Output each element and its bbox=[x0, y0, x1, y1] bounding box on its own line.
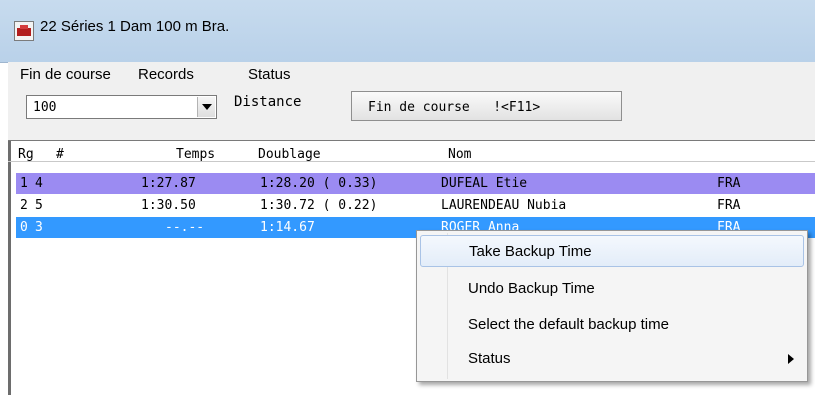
cell-pays: FRA bbox=[717, 176, 741, 191]
cell-doublage: 1:28.20 ( 0.33) bbox=[260, 176, 378, 191]
cell-num: 5 bbox=[35, 198, 43, 213]
header-doublage[interactable]: Doublage bbox=[258, 147, 321, 162]
table-row[interactable]: 2 5 1:30.50 1:30.72 ( 0.22) LAURENDEAU N… bbox=[16, 195, 815, 216]
cell-temps: 1:27.87 bbox=[141, 176, 196, 191]
submenu-arrow-icon bbox=[788, 354, 794, 364]
menu-item-label: Undo Backup Time bbox=[468, 280, 595, 297]
cell-rg: 0 bbox=[20, 220, 28, 235]
menu-item-label: Take Backup Time bbox=[469, 243, 592, 260]
cell-nom: LAURENDEAU Nubia bbox=[441, 198, 567, 213]
header-temps[interactable]: Temps bbox=[176, 147, 215, 162]
status-submenu-item[interactable]: Status bbox=[420, 343, 804, 375]
cell-num: 4 bbox=[35, 176, 43, 191]
menu-fin-de-course[interactable]: Fin de course bbox=[20, 66, 111, 83]
table-row[interactable]: 1 4 1:27.87 1:28.20 ( 0.33) DUFEAL Etie … bbox=[16, 173, 815, 194]
distance-label: Distance bbox=[234, 94, 302, 110]
list-header: Rg # Temps Doublage Nom bbox=[8, 141, 815, 162]
header-nom[interactable]: Nom bbox=[448, 147, 471, 162]
fin-de-course-button[interactable]: Fin de course !<F11> bbox=[351, 91, 622, 121]
cell-temps: 1:30.50 bbox=[141, 198, 196, 213]
cell-doublage: 1:30.72 ( 0.22) bbox=[260, 198, 378, 213]
cell-num: 3 bbox=[35, 220, 43, 235]
app-window: 22 Séries 1 Dam 100 m Bra. Fin de course… bbox=[0, 0, 815, 395]
cell-rg: 1 bbox=[20, 176, 28, 191]
menu-status[interactable]: Status bbox=[248, 66, 291, 83]
undo-backup-time-item[interactable]: Undo Backup Time bbox=[420, 273, 804, 305]
app-logo-icon[interactable] bbox=[14, 21, 34, 41]
menu-bar: Fin de course Records Status bbox=[8, 62, 815, 88]
distance-select[interactable]: 100 bbox=[26, 95, 217, 119]
take-backup-time-item[interactable]: Take Backup Time bbox=[420, 235, 804, 267]
chevron-down-icon bbox=[202, 104, 212, 110]
menu-records[interactable]: Records bbox=[138, 66, 194, 83]
toolbar: 100 Distance Fin de course !<F11> bbox=[8, 88, 815, 140]
menu-item-label: Status bbox=[468, 350, 511, 367]
dropdown-button[interactable] bbox=[197, 97, 215, 117]
context-menu: Take Backup Time Undo Backup Time Select… bbox=[416, 230, 808, 382]
cell-pays: FRA bbox=[717, 198, 741, 213]
distance-select-value: 100 bbox=[33, 100, 57, 115]
header-rg[interactable]: Rg bbox=[18, 147, 34, 162]
menu-item-label: Select the default backup time bbox=[468, 316, 669, 333]
window-title: 22 Séries 1 Dam 100 m Bra. bbox=[40, 18, 230, 35]
select-default-backup-time-item[interactable]: Select the default backup time bbox=[420, 309, 804, 341]
cell-rg: 2 bbox=[20, 198, 28, 213]
cell-nom: DUFEAL Etie bbox=[441, 176, 528, 191]
header-num[interactable]: # bbox=[56, 147, 64, 162]
title-bar[interactable]: 22 Séries 1 Dam 100 m Bra. bbox=[0, 0, 815, 63]
cell-doublage: 1:14.67 bbox=[260, 220, 315, 235]
cell-temps: --.-- bbox=[165, 220, 205, 235]
